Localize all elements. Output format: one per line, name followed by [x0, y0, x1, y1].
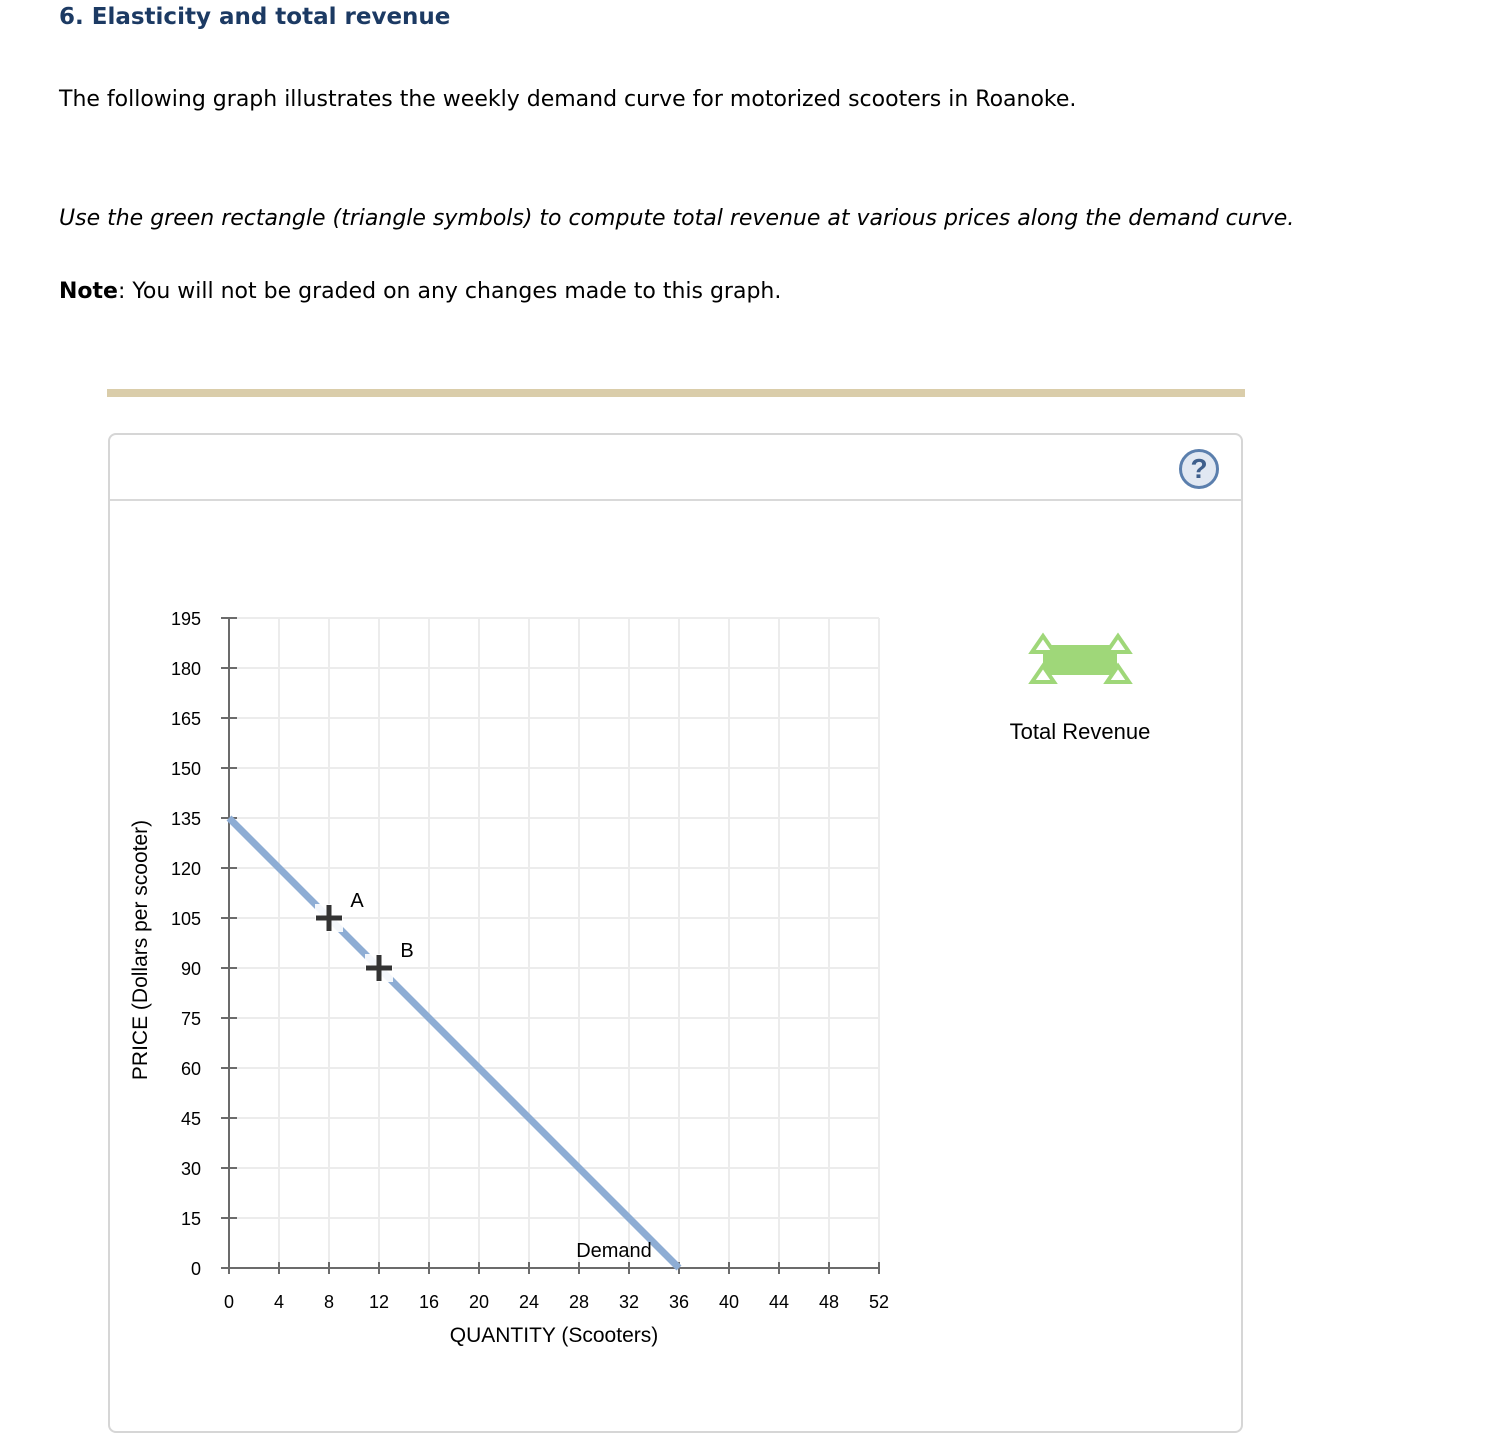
graph-canvas[interactable]: 0153045607590105120135150165180195 0 4 8 12…	[0, 0, 1500, 1386]
y-tick-label: 180	[171, 659, 201, 679]
point-label: A	[350, 890, 364, 912]
axes	[221, 617, 880, 1274]
x-tick-label: 44	[769, 1292, 789, 1312]
demand-series	[226, 815, 682, 1271]
x-tick-label: 20	[469, 1292, 489, 1312]
x-tick-labels: 0 4 8 12 16 20 24 28 32 36 40 44 48 52	[224, 1292, 889, 1312]
x-tick-label: 28	[569, 1292, 589, 1312]
x-tick-label: 12	[369, 1292, 389, 1312]
y-tick-label: 30	[181, 1159, 201, 1179]
y-tick-label: 120	[171, 859, 201, 879]
x-tick-label: 0	[224, 1292, 234, 1312]
point-a[interactable]: A	[315, 890, 364, 932]
y-tick-label: 165	[171, 709, 201, 729]
y-tick-label: 75	[181, 1009, 201, 1029]
y-axis-title: PRICE (Dollars per scooter)	[129, 820, 152, 1080]
y-tick-label: 15	[181, 1209, 201, 1229]
grid-lines	[229, 617, 880, 1268]
y-tick-label: 150	[171, 759, 201, 779]
x-tick-label: 32	[619, 1292, 639, 1312]
x-tick-label: 24	[519, 1292, 539, 1312]
y-tick-label: 45	[181, 1109, 201, 1129]
y-tick-label: 135	[171, 809, 201, 829]
y-tick-label: 90	[181, 959, 201, 979]
y-tick-label: 105	[171, 909, 201, 929]
x-axis-title: QUANTITY (Scooters)	[450, 1324, 658, 1347]
legend-triangle-handle-tl[interactable]	[1028, 632, 1058, 654]
x-tick-label: 8	[324, 1292, 334, 1312]
point-b[interactable]: B	[365, 940, 414, 982]
x-tick-label: 40	[719, 1292, 739, 1312]
x-tick-label: 48	[819, 1292, 839, 1312]
demand-curve-line	[226, 815, 682, 1271]
legend-triangle-handle-tr[interactable]	[1103, 632, 1133, 654]
point-label: B	[400, 940, 413, 962]
x-tick-label: 52	[869, 1292, 889, 1312]
demand-curve-label: Demand	[576, 1240, 652, 1262]
total-revenue-legend-tool[interactable]: Total Revenue	[1010, 632, 1151, 744]
legend-label: Total Revenue	[1010, 719, 1151, 744]
x-tick-label: 36	[669, 1292, 689, 1312]
y-tick-label: 195	[171, 609, 201, 629]
y-tick-label: 60	[181, 1059, 201, 1079]
y-tick-label: 0	[191, 1259, 201, 1279]
x-tick-label: 4	[274, 1292, 284, 1312]
y-tick-labels: 0 15 30 45 60 75 90 105 120 135 150 165 180 195	[171, 609, 201, 1279]
x-tick-label: 16	[419, 1292, 439, 1312]
